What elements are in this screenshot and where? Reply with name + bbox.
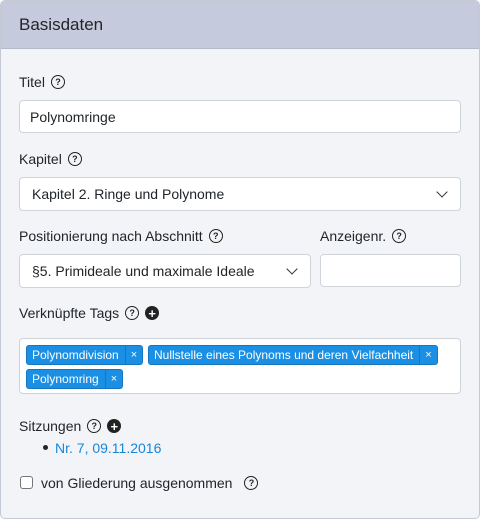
tag-label: Nullstelle eines Polynoms und deren Viel… <box>154 348 414 362</box>
sitzungen-label-row: Sitzungen ? + <box>19 418 122 434</box>
question-circle-icon[interactable]: ? <box>244 476 259 490</box>
tag-remove-icon[interactable]: × <box>419 346 436 364</box>
tag-chip: Nullstelle eines Polynoms und deren Viel… <box>148 345 438 365</box>
tag-label: Polynomdivision <box>32 348 119 362</box>
tag-remove-icon[interactable]: × <box>104 370 122 388</box>
list-bullet <box>43 445 48 450</box>
sitzungen-label: Sitzungen <box>19 418 82 434</box>
question-circle-icon[interactable]: ? <box>50 75 65 89</box>
positionierung-selected-value: §5. Primideale und maximale Ideale <box>32 263 255 279</box>
tags-input[interactable]: Polynomdivision × Nullstelle eines Polyn… <box>19 338 461 394</box>
gliederung-label[interactable]: von Gliederung ausgenommen <box>41 475 232 491</box>
tag-chip: Polynomring × <box>26 369 124 389</box>
session-link[interactable]: Nr. 7, 09.11.2016 <box>55 440 161 456</box>
anzeigenr-input[interactable] <box>320 254 461 287</box>
plus-circle-icon[interactable]: + <box>145 306 160 320</box>
question-circle-icon[interactable]: ? <box>87 419 102 433</box>
tag-remove-icon[interactable]: × <box>124 346 142 364</box>
kapitel-selected-value: Kapitel 2. Ringe und Polynome <box>32 186 225 202</box>
chevron-down-icon <box>286 263 298 275</box>
kapitel-label: Kapitel <box>19 151 62 167</box>
tag-chip: Polynomdivision × <box>26 345 144 365</box>
titel-input[interactable]: Polynomringe <box>19 100 461 133</box>
positionierung-label-row: Positionierung nach Abschnitt ? <box>19 228 223 244</box>
plus-circle-icon[interactable]: + <box>107 419 122 433</box>
gliederung-label-row: von Gliederung ausgenommen ? <box>41 475 259 491</box>
titel-label-row: Titel ? <box>19 74 65 90</box>
question-circle-icon[interactable]: ? <box>208 229 223 243</box>
question-circle-icon[interactable]: ? <box>392 229 407 243</box>
card-title: Basisdaten <box>19 14 104 34</box>
chevron-down-icon <box>436 186 448 198</box>
gliederung-checkbox[interactable] <box>20 476 33 489</box>
positionierung-select[interactable]: §5. Primideale und maximale Ideale <box>19 254 311 288</box>
titel-label: Titel <box>19 74 45 90</box>
anzeigenr-label: Anzeigenr. <box>320 228 387 244</box>
tags-label-row: Verknüpfte Tags ? + <box>19 305 160 321</box>
question-circle-icon[interactable]: ? <box>125 306 140 320</box>
tag-label: Polynomring <box>32 372 99 386</box>
kapitel-select[interactable]: Kapitel 2. Ringe und Polynome <box>19 177 461 211</box>
tags-label: Verknüpfte Tags <box>19 305 120 321</box>
basisdaten-card: Basisdaten Titel ? Polynomringe Kapitel … <box>0 0 480 519</box>
question-circle-icon[interactable]: ? <box>67 152 82 166</box>
card-header: Basisdaten <box>1 1 479 49</box>
positionierung-label: Positionierung nach Abschnitt <box>19 228 203 244</box>
kapitel-label-row: Kapitel ? <box>19 151 82 167</box>
anzeigenr-label-row: Anzeigenr. ? <box>320 228 407 244</box>
